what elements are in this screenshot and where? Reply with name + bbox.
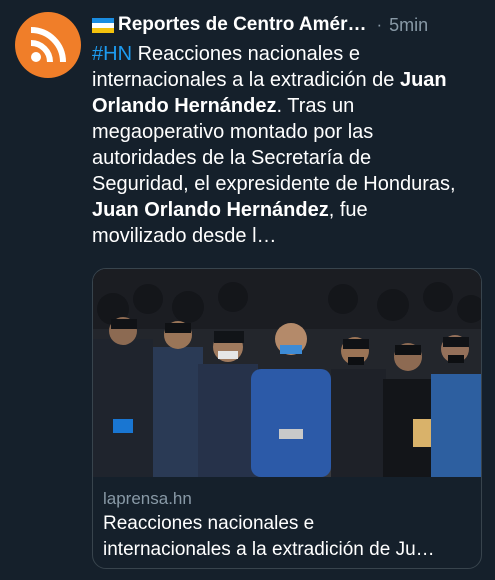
tweet-text-line: Orlando Hernández. Tras un — [92, 93, 482, 119]
card-title-line-2[interactable]: internacionales a la extradición de Ju… — [103, 537, 469, 563]
card-title-line-1[interactable]: Reacciones nacionales e — [103, 511, 469, 537]
rss-feed-icon[interactable] — [15, 12, 81, 78]
text-run: Seguridad, el expresidente de Honduras, — [92, 173, 456, 195]
account-name[interactable]: Reportes de Centro Amér… — [118, 14, 366, 36]
tweet-text: #HN Reacciones nacionales e internacional… — [92, 41, 482, 249]
separator-dot: · — [376, 15, 383, 34]
text-run: internacionales a la extradición de — [92, 69, 400, 91]
text-run: megaoperativo montado por las — [92, 121, 374, 143]
news-photo[interactable] — [93, 269, 482, 477]
hashtag-link[interactable]: #HN — [92, 43, 132, 65]
tweet[interactable]: Reportes de Centro Amér… · 5min #HN Reac… — [0, 0, 495, 580]
text-run: , fue — [328, 199, 368, 221]
text-run: movilizado desde l… — [92, 225, 277, 247]
honduras-flag-icon — [92, 17, 114, 33]
tweet-text-line: movilizado desde l… — [92, 223, 482, 249]
timestamp[interactable]: 5min — [389, 15, 428, 36]
tweet-text-line: Seguridad, el expresidente de Honduras, — [92, 171, 482, 197]
text-run: autoridades de la Secretaría de — [92, 147, 372, 169]
card-meta: laprensa.hn Reacciones nacionales e inte… — [93, 477, 481, 563]
tweet-text-line: autoridades de la Secretaría de — [92, 145, 482, 171]
tweet-content: Reportes de Centro Amér… · 5min #HN Reac… — [92, 10, 482, 249]
card-domain: laprensa.hn — [103, 489, 192, 508]
tweet-text-line: #HN Reacciones nacionales e — [92, 41, 482, 67]
rss-icon-graphic — [30, 27, 66, 63]
tweet-text-line: megaoperativo montado por las — [92, 119, 482, 145]
bold-text: Juan — [399, 69, 447, 91]
bold-text: Juan Orlando Hernández — [92, 199, 329, 221]
bold-text: Orlando Hernández — [92, 95, 277, 117]
text-run: . Tras un — [276, 95, 355, 117]
link-preview-card[interactable]: laprensa.hn Reacciones nacionales e inte… — [92, 268, 482, 569]
tweet-header: Reportes de Centro Amér… · 5min — [92, 10, 482, 40]
tweet-text-line: internacionales a la extradición de Juan — [92, 67, 482, 93]
tweet-text-line: Juan Orlando Hernández, fue — [92, 197, 482, 223]
text-run: Reacciones nacionales e — [132, 43, 360, 65]
